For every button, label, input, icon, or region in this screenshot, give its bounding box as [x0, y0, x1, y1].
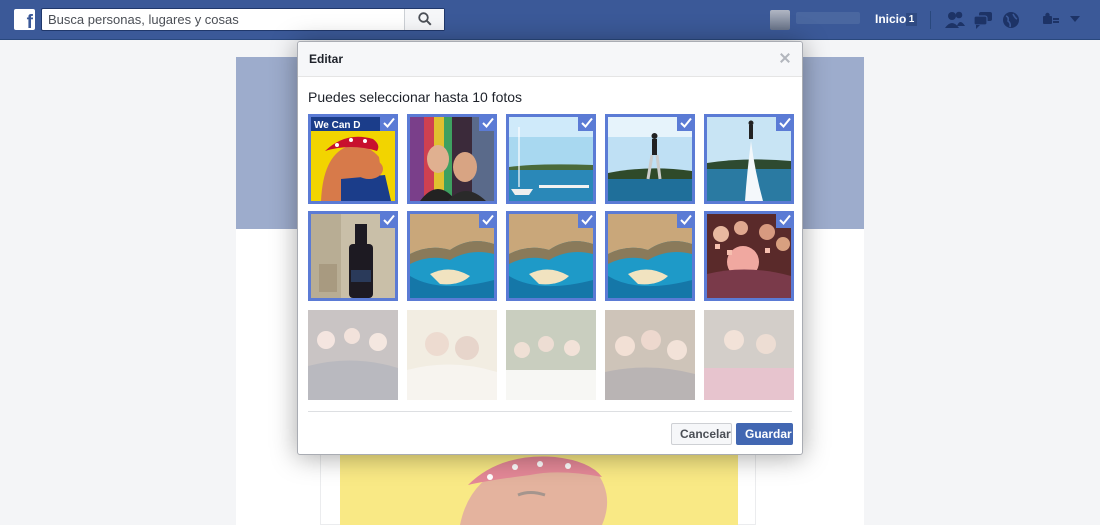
settings-dropdown-caret-icon[interactable]	[1070, 16, 1080, 22]
search-button[interactable]	[404, 9, 444, 30]
friends-icon[interactable]	[944, 10, 966, 30]
photo-thumbnail	[308, 310, 398, 400]
facebook-logo[interactable]: f	[14, 9, 35, 30]
photo-tile[interactable]	[605, 211, 695, 301]
cancel-button[interactable]: Cancelar	[671, 423, 732, 445]
selected-check-icon	[479, 114, 497, 131]
dialog-title: Editar	[309, 52, 344, 66]
photo-tile[interactable]: We Can D	[308, 114, 398, 204]
selected-check-icon	[479, 211, 497, 228]
globe-icon[interactable]	[1000, 10, 1022, 30]
photo-thumbnail	[506, 310, 596, 400]
photo-grid: We Can D	[308, 114, 794, 400]
logo-letter: f	[26, 12, 33, 30]
selected-check-icon	[776, 114, 794, 131]
edit-photos-dialog: Editar Puedes seleccionar hasta 10 fotos…	[297, 41, 803, 455]
photo-tile[interactable]	[506, 310, 596, 400]
selected-check-icon	[578, 114, 596, 131]
selection-instruction: Puedes seleccionar hasta 10 fotos	[308, 89, 523, 105]
dialog-footer-divider	[308, 411, 792, 412]
profile-avatar[interactable]	[770, 10, 790, 30]
selected-check-icon	[776, 211, 794, 228]
photo-thumbnail	[704, 310, 794, 400]
photo-tile[interactable]	[407, 114, 497, 204]
dialog-header: Editar	[298, 42, 802, 77]
selected-check-icon	[380, 211, 398, 228]
photo-tile[interactable]	[407, 211, 497, 301]
poster-caption: We Can D	[314, 120, 361, 131]
selected-check-icon	[677, 114, 695, 131]
photo-tile[interactable]	[605, 114, 695, 204]
search-box	[41, 8, 445, 31]
photo-tile[interactable]	[704, 114, 794, 204]
profile-name-link[interactable]	[796, 12, 860, 24]
photo-tile[interactable]	[506, 114, 596, 204]
search-icon	[418, 12, 432, 26]
top-navigation-bar: f Inicio 1	[0, 0, 1100, 40]
home-count-badge: 1	[906, 13, 917, 26]
selected-check-icon	[380, 114, 398, 131]
home-link[interactable]: Inicio	[875, 12, 906, 26]
photo-tile[interactable]	[704, 310, 794, 400]
close-icon[interactable]	[778, 51, 792, 65]
search-input[interactable]	[42, 9, 404, 30]
photo-tile[interactable]	[407, 310, 497, 400]
save-button[interactable]: Guardar	[736, 423, 793, 445]
topbar-divider	[930, 11, 931, 29]
selected-check-icon	[677, 211, 695, 228]
photo-tile[interactable]	[704, 211, 794, 301]
photo-thumbnail	[605, 310, 695, 400]
photo-tile[interactable]	[308, 310, 398, 400]
photo-tile[interactable]	[605, 310, 695, 400]
selected-check-icon	[578, 211, 596, 228]
photo-tile[interactable]	[308, 211, 398, 301]
photo-tile[interactable]	[506, 211, 596, 301]
messages-icon[interactable]	[972, 10, 994, 30]
settings-icon[interactable]	[1040, 10, 1062, 30]
photo-thumbnail	[407, 310, 497, 400]
